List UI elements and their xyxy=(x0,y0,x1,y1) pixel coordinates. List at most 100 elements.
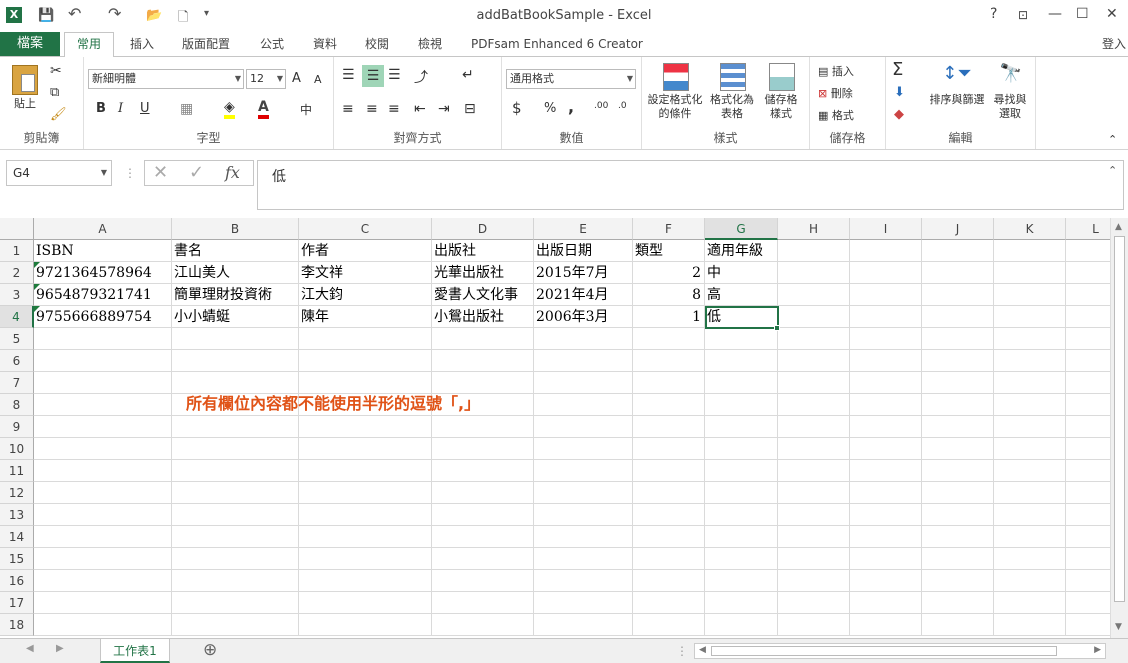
cell[interactable] xyxy=(778,592,850,614)
cell[interactable] xyxy=(432,614,534,636)
cell[interactable] xyxy=(534,526,633,548)
orientation-icon[interactable]: ⤴ xyxy=(414,67,428,87)
cell[interactable] xyxy=(850,592,922,614)
cell[interactable] xyxy=(534,570,633,592)
cell[interactable] xyxy=(633,372,705,394)
cell[interactable] xyxy=(705,328,778,350)
select-all-corner[interactable] xyxy=(0,218,34,240)
cut-icon[interactable]: ✂ xyxy=(50,63,62,79)
cell[interactable] xyxy=(172,570,299,592)
cell[interactable] xyxy=(922,570,994,592)
fill-handle[interactable] xyxy=(774,325,780,331)
cell[interactable] xyxy=(534,416,633,438)
decrease-indent-icon[interactable]: ⇤ xyxy=(414,101,426,117)
cell[interactable] xyxy=(1066,350,1110,372)
cell[interactable] xyxy=(432,592,534,614)
cell[interactable]: 簡單理財投資術 xyxy=(172,284,299,306)
cell[interactable] xyxy=(922,504,994,526)
cell[interactable] xyxy=(534,328,633,350)
cell[interactable]: 9721364578964 xyxy=(34,262,172,284)
cell[interactable] xyxy=(850,350,922,372)
cell[interactable] xyxy=(1066,306,1110,328)
cell[interactable] xyxy=(922,548,994,570)
column-header[interactable]: J xyxy=(922,218,994,240)
cell[interactable] xyxy=(34,614,172,636)
cell[interactable] xyxy=(850,526,922,548)
cell[interactable] xyxy=(1066,526,1110,548)
column-header[interactable]: A xyxy=(34,218,172,240)
cell[interactable]: 作者 xyxy=(299,240,432,262)
cell[interactable] xyxy=(850,504,922,526)
row-header[interactable]: 4 xyxy=(0,306,34,328)
cell[interactable] xyxy=(994,438,1066,460)
cell[interactable] xyxy=(633,328,705,350)
cell[interactable] xyxy=(34,526,172,548)
cell[interactable] xyxy=(850,570,922,592)
cell[interactable] xyxy=(1066,570,1110,592)
cell[interactable] xyxy=(172,328,299,350)
cell[interactable] xyxy=(705,504,778,526)
cell[interactable] xyxy=(432,328,534,350)
cell[interactable] xyxy=(778,240,850,262)
cell[interactable] xyxy=(922,394,994,416)
cell[interactable] xyxy=(633,416,705,438)
decrease-decimal-icon[interactable]: .0 xyxy=(618,101,627,111)
cell[interactable] xyxy=(922,482,994,504)
cell[interactable] xyxy=(705,526,778,548)
minimize-button[interactable]: — xyxy=(1048,6,1062,22)
cell[interactable] xyxy=(633,460,705,482)
cell[interactable] xyxy=(1066,240,1110,262)
cancel-icon[interactable]: ✕ xyxy=(153,162,168,183)
cell[interactable]: 小鴛出版社 xyxy=(432,306,534,328)
paste-button[interactable]: 貼上 xyxy=(8,65,42,111)
cell[interactable] xyxy=(172,592,299,614)
cell[interactable] xyxy=(534,372,633,394)
cell[interactable]: 江山美人 xyxy=(172,262,299,284)
tab-review[interactable]: 校閱 xyxy=(365,32,389,56)
tab-insert[interactable]: 插入 xyxy=(130,32,154,56)
cell[interactable] xyxy=(299,350,432,372)
cell[interactable] xyxy=(850,482,922,504)
cell[interactable] xyxy=(994,416,1066,438)
cell[interactable] xyxy=(994,614,1066,636)
cell[interactable]: 李文祥 xyxy=(299,262,432,284)
cell[interactable] xyxy=(34,482,172,504)
copy-icon[interactable]: ⧉ xyxy=(50,85,59,100)
sheet-tab[interactable]: 工作表1 xyxy=(100,639,170,663)
cell[interactable] xyxy=(778,262,850,284)
cell[interactable]: 江大鈞 xyxy=(299,284,432,306)
cell[interactable] xyxy=(1066,438,1110,460)
cell[interactable] xyxy=(432,482,534,504)
cell[interactable]: 出版日期 xyxy=(534,240,633,262)
cell[interactable] xyxy=(633,570,705,592)
cell[interactable] xyxy=(778,372,850,394)
cell[interactable] xyxy=(34,350,172,372)
cell[interactable] xyxy=(633,394,705,416)
cell[interactable] xyxy=(922,416,994,438)
tab-page-layout[interactable]: 版面配置 xyxy=(182,32,230,56)
find-select-button[interactable]: 🔭 尋找與選取 xyxy=(990,63,1032,121)
cell[interactable] xyxy=(1066,504,1110,526)
row-header[interactable]: 8 xyxy=(0,394,34,416)
cell[interactable] xyxy=(850,394,922,416)
collapse-ribbon-icon[interactable]: ⌃ xyxy=(1108,133,1117,146)
formula-input[interactable]: 低 xyxy=(257,160,1124,210)
close-button[interactable]: ✕ xyxy=(1106,6,1118,22)
cell[interactable] xyxy=(705,350,778,372)
scroll-left-icon[interactable]: ◀ xyxy=(699,645,706,655)
cell[interactable] xyxy=(705,438,778,460)
cell[interactable]: ISBN xyxy=(34,240,172,262)
align-left-icon[interactable]: ≡ xyxy=(342,101,354,117)
help-button[interactable]: ? xyxy=(990,6,997,22)
cell[interactable] xyxy=(299,416,432,438)
cell[interactable] xyxy=(34,504,172,526)
cell[interactable] xyxy=(778,548,850,570)
cell[interactable]: 小小蜻蜓 xyxy=(172,306,299,328)
cell[interactable] xyxy=(1066,416,1110,438)
cell[interactable] xyxy=(633,438,705,460)
cell[interactable] xyxy=(922,372,994,394)
cell[interactable] xyxy=(850,438,922,460)
cell[interactable]: 類型 xyxy=(633,240,705,262)
cell[interactable] xyxy=(778,284,850,306)
cell[interactable] xyxy=(172,350,299,372)
